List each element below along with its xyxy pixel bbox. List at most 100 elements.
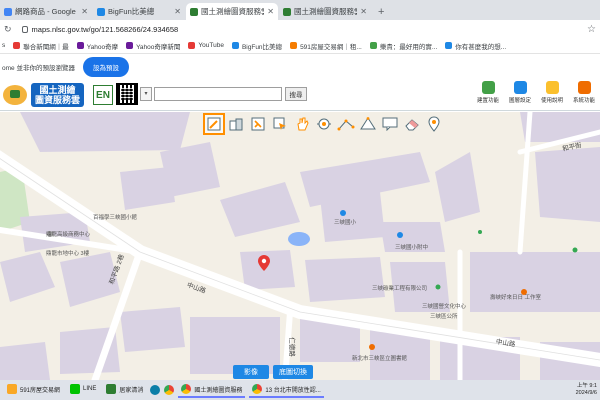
browser-tab[interactable]: 國土測繪圖資服務雲 ✕: [279, 3, 371, 20]
bookmark-item[interactable]: 你有甚麼我的想...: [445, 41, 506, 51]
pin-location-icon: [428, 116, 440, 132]
bookmark-item[interactable]: 聯合新聞網｜最: [13, 41, 69, 51]
draw-tool-button[interactable]: [203, 113, 225, 135]
bookmark-star-icon[interactable]: ☆: [587, 24, 596, 35]
tab-title: 國土測繪圖資服務雲: [201, 7, 265, 16]
base-map-switch-button[interactable]: 底圖切換: [273, 365, 313, 379]
layers-icon: [513, 81, 527, 94]
site-info-icon[interactable]: [21, 25, 28, 33]
leaf-favicon-icon: [369, 42, 377, 49]
english-button[interactable]: EN: [93, 85, 113, 105]
system-clock[interactable]: 上午 9:1 2024/9/6: [576, 383, 600, 397]
locate-icon: [317, 118, 331, 130]
pin-location-button[interactable]: [425, 115, 443, 133]
nlsc-favicon-icon: [190, 7, 198, 16]
lightbulb-icon: [545, 81, 559, 94]
edit-button[interactable]: [249, 115, 267, 133]
building-3d-icon: [229, 118, 243, 131]
map-place-label: 鼎龍高級商務中心: [46, 232, 91, 238]
pencil-icon: [207, 117, 221, 131]
pan-button[interactable]: [293, 115, 311, 133]
url-field[interactable]: maps.nlsc.gov.tw/go/121.568266/24.934658: [21, 25, 178, 34]
site-favicon-icon: [445, 42, 453, 49]
comment-button[interactable]: [381, 115, 399, 133]
taskbar-item[interactable]: 居家清消: [103, 382, 146, 398]
edit-icon: [251, 117, 265, 131]
eraser-icon: [405, 119, 419, 131]
browser-tab[interactable]: 網路商品 - Google ✕: [0, 3, 92, 20]
bookmark-item[interactable]: BigFun比美總: [231, 41, 282, 51]
bookmark-item[interactable]: YouTube: [188, 42, 224, 49]
taskbar-item[interactable]: LINE: [67, 382, 99, 398]
user-icon: [577, 81, 591, 94]
map-canvas[interactable]: 鼎龍高級商務中心 鼎龍市地中心 3樓 百福學三峽國小館 三峽國小 三峽國小附中 …: [0, 112, 600, 380]
measure-area-icon: [360, 117, 376, 130]
notice-text: ome 並非你的預設瀏覽器: [2, 65, 75, 72]
qr-code-icon[interactable]: [116, 83, 138, 105]
search-input[interactable]: [154, 87, 282, 101]
reload-icon[interactable]: ↻: [4, 24, 12, 35]
logo-text: 國土測繪 圖資服務雲: [31, 83, 85, 107]
search-button[interactable]: 搜尋: [285, 87, 307, 101]
search-type-select[interactable]: ▾: [140, 87, 152, 101]
bookmark-item[interactable]: Yahoo奇摩: [76, 41, 118, 51]
location-marker-icon[interactable]: [258, 255, 270, 271]
folder-icon: [7, 384, 17, 394]
map-logo-icon: [3, 85, 27, 105]
close-icon[interactable]: ✕: [81, 7, 88, 16]
map-place-label: 百福學三峽國小館: [93, 215, 138, 221]
help-button[interactable]: 使用說明: [538, 81, 566, 104]
build-function-button[interactable]: 建置功能: [474, 81, 502, 104]
new-tab-button[interactable]: +: [378, 6, 384, 18]
select-button[interactable]: [271, 115, 289, 133]
bookmark-item[interactable]: s: [2, 42, 5, 49]
tab-title: BigFun比美總: [108, 7, 155, 16]
map-place-label: 三峽國營文化中心: [422, 304, 467, 310]
header-tools: 建置功能 圖層設定 使用說明 系統功能: [474, 81, 598, 104]
site-logo[interactable]: 國土測繪 圖資服務雲: [3, 82, 89, 108]
pond: [288, 232, 310, 246]
browser-tab-strip: 網路商品 - Google ✕ BigFun比美總 ✕ 國土測繪圖資服務雲 ✕ …: [0, 0, 600, 20]
google-favicon-icon: [4, 7, 12, 16]
locate-button[interactable]: [315, 115, 333, 133]
map-place-label: 三峽碳業工程有限公司: [372, 286, 428, 292]
tab-title: 網路商品 - Google: [15, 7, 76, 16]
map-place-label: 新北市三峽區立圖書館: [352, 356, 408, 362]
system-function-button[interactable]: 系統功能: [570, 81, 598, 104]
browser-tab[interactable]: BigFun比美總 ✕: [93, 3, 185, 20]
eraser-button[interactable]: [403, 115, 421, 133]
youtube-favicon-icon: [188, 42, 196, 49]
hand-pan-icon: [297, 117, 309, 131]
taskbar-item-active[interactable]: 國土測繪圖資服務: [178, 382, 246, 398]
measure-area-button[interactable]: [359, 115, 377, 133]
map-place-label: 壽峽好來日日 工作室: [490, 295, 542, 301]
chrome-browser-icon[interactable]: [164, 385, 175, 395]
close-icon[interactable]: ✕: [267, 7, 274, 16]
address-bar: ↻ maps.nlsc.gov.tw/go/121.568266/24.9346…: [0, 20, 600, 38]
map-place-label: 三峽國小附中: [395, 245, 429, 251]
bookmark-item[interactable]: Yahoo奇摩新聞: [126, 41, 180, 51]
bookmarks-bar: s 聯合新聞網｜最 Yahoo奇摩 Yahoo奇摩新聞 YouTube BigF…: [0, 38, 600, 54]
bigfun-favicon-icon: [231, 42, 239, 49]
comment-icon: [382, 117, 398, 131]
bookmark-item[interactable]: 591房屋交易網｜租...: [290, 41, 362, 51]
browser-tab-active[interactable]: 國土測繪圖資服務雲 ✕: [186, 3, 278, 20]
measure-distance-button[interactable]: [337, 115, 355, 133]
close-icon[interactable]: ✕: [174, 7, 181, 16]
taskbar-item-active[interactable]: 13 台北市開放性認...: [249, 382, 324, 398]
default-browser-notice: ome 並非你的預設瀏覽器 設為預設: [0, 55, 600, 79]
layer-settings-button[interactable]: 圖層設定: [506, 81, 534, 104]
imagery-button[interactable]: 影像: [233, 365, 269, 379]
set-default-button[interactable]: 設為預設: [82, 57, 129, 77]
chrome-browser-icon: [252, 384, 263, 394]
map-place-label: 三峽區公所: [430, 314, 458, 320]
site-header: 國土測繪 圖資服務雲 EN ▾ 搜尋 建置功能 圖層設定 使用說明 系統功能: [0, 79, 600, 111]
map-toolbar: [203, 113, 443, 135]
bookmark-item[interactable]: 樂貴：最好用的實...: [369, 41, 437, 51]
edge-browser-icon[interactable]: [150, 385, 161, 395]
close-icon[interactable]: ✕: [360, 7, 367, 16]
yahoo-favicon-icon: [76, 42, 84, 49]
measure-distance-icon: [337, 119, 355, 131]
3d-building-button[interactable]: [227, 115, 245, 133]
taskbar-item[interactable]: 591房屋交易網: [4, 382, 63, 398]
